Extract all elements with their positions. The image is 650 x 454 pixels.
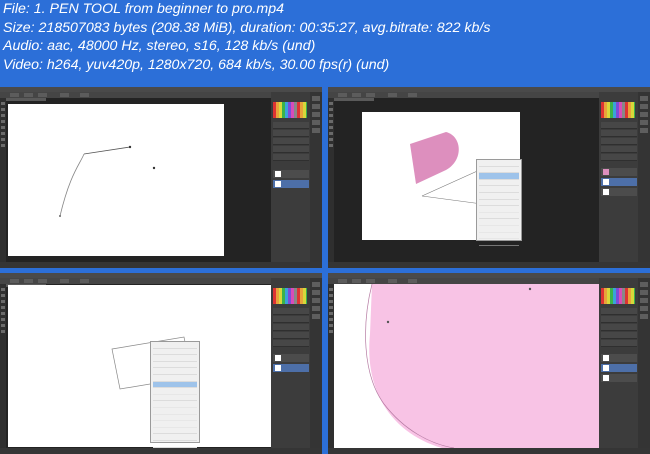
- panel-row: [273, 308, 309, 315]
- panel-row: [273, 122, 309, 129]
- panels-dock: [599, 278, 650, 448]
- thumbnail-1[interactable]: [0, 87, 322, 268]
- panel-row: [601, 154, 637, 161]
- panels-dock: [271, 278, 322, 448]
- panels-dock: [271, 92, 322, 262]
- swatches-panel: [273, 288, 307, 304]
- thumbnail-3[interactable]: [0, 273, 322, 454]
- panel-row: [601, 332, 637, 339]
- layer-row[interactable]: [273, 170, 309, 178]
- file-size-line: Size: 218507083 bytes (208.38 MiB), dura…: [3, 19, 491, 36]
- panel-icons: [638, 278, 650, 448]
- layer-row[interactable]: [601, 168, 637, 176]
- layer-row[interactable]: [601, 364, 637, 372]
- panel-row: [273, 316, 309, 323]
- layer-row[interactable]: [601, 374, 637, 382]
- canvas[interactable]: [8, 285, 276, 447]
- status-bar: [0, 448, 322, 454]
- panel-row: [601, 308, 637, 315]
- panel-icons: [310, 92, 322, 262]
- layer-row[interactable]: [273, 180, 309, 188]
- status-bar: [328, 262, 650, 268]
- panel-row: [601, 138, 637, 145]
- panel-row: [273, 154, 309, 161]
- document-tab[interactable]: [334, 98, 374, 101]
- panels-dock: [599, 92, 650, 262]
- panel-row: [273, 340, 309, 347]
- panel-row: [601, 130, 637, 137]
- panel-row: [601, 316, 637, 323]
- swatches-panel: [273, 102, 307, 118]
- curved-path: [59, 145, 156, 217]
- file-info-header: File: 1. PEN TOOL from beginner to pro.m…: [3, 0, 643, 74]
- panel-row: [601, 340, 637, 347]
- swatches-panel: [601, 102, 635, 118]
- canvas[interactable]: [334, 284, 599, 448]
- document-tab[interactable]: [6, 98, 46, 101]
- panel-row: [273, 332, 309, 339]
- panel-row: [601, 146, 637, 153]
- file-name-line: File: 1. PEN TOOL from beginner to pro.m…: [3, 1, 284, 17]
- panel-row: [273, 324, 309, 331]
- panel-row: [273, 130, 309, 137]
- panel-icons: [310, 278, 322, 448]
- layer-row[interactable]: [273, 354, 309, 362]
- swatches-panel: [601, 288, 635, 304]
- panel-row: [273, 146, 309, 153]
- rectangle-path: [111, 336, 193, 390]
- status-bar: [328, 448, 650, 454]
- layer-row[interactable]: [601, 178, 637, 186]
- status-bar: [0, 262, 322, 268]
- context-menu[interactable]: [476, 159, 522, 246]
- panel-row: [273, 138, 309, 145]
- audio-info-line: Audio: aac, 48000 Hz, stereo, s16, 128 k…: [3, 38, 316, 54]
- canvas[interactable]: [8, 104, 224, 256]
- layer-row[interactable]: [601, 188, 637, 196]
- video-info-line: Video: h264, yuv420p, 1280x720, 684 kb/s…: [3, 56, 390, 73]
- thumbnail-4[interactable]: [328, 273, 650, 454]
- layer-row[interactable]: [601, 354, 637, 362]
- pink-shape: [365, 284, 599, 448]
- panel-row: [601, 122, 637, 129]
- thumbnail-2[interactable]: [328, 87, 650, 268]
- panel-icons: [638, 92, 650, 262]
- context-menu[interactable]: [150, 341, 200, 448]
- layer-row[interactable]: [273, 364, 309, 372]
- panel-row: [601, 324, 637, 331]
